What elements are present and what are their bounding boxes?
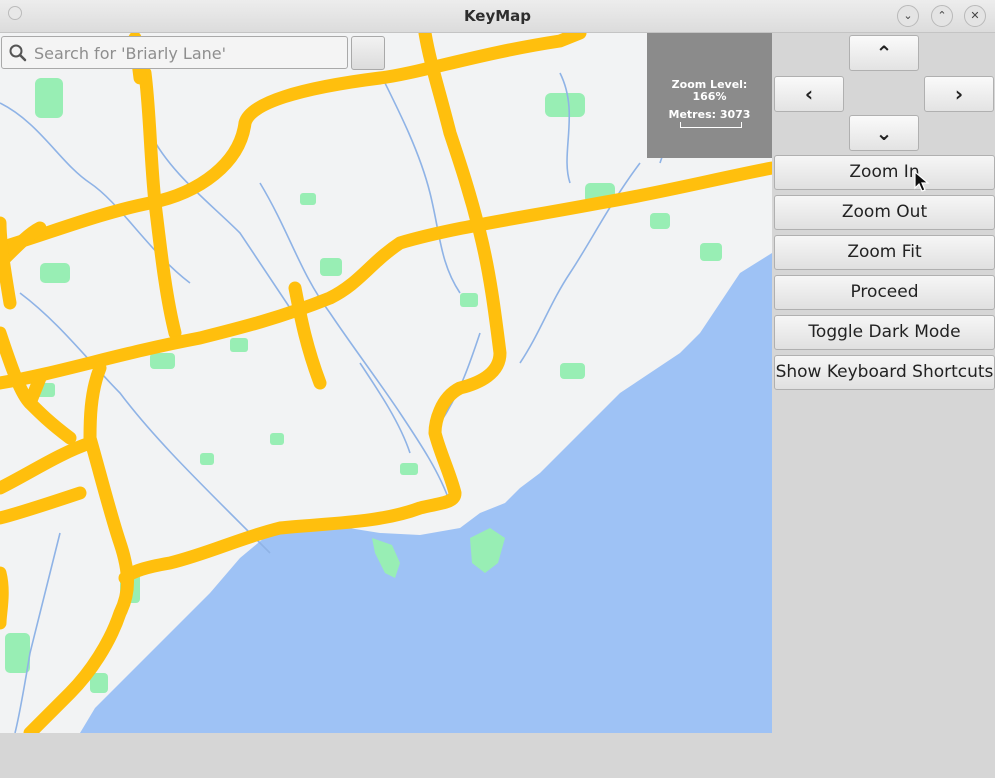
close-button[interactable]: ✕ bbox=[964, 5, 986, 27]
chevron-right-icon: › bbox=[954, 82, 964, 106]
pan-right-button[interactable]: › bbox=[924, 76, 994, 112]
chevron-left-icon: ‹ bbox=[804, 82, 814, 106]
chevron-down-icon: ⌄ bbox=[903, 9, 913, 22]
show-keyboard-shortcuts-button[interactable]: Show Keyboard Shortcuts bbox=[774, 355, 995, 390]
chevron-up-icon: ⌃ bbox=[875, 41, 893, 65]
proceed-button[interactable]: Proceed bbox=[774, 275, 995, 310]
search-box[interactable] bbox=[1, 36, 348, 69]
pan-down-button[interactable]: ⌄ bbox=[849, 115, 919, 151]
maximize-button[interactable]: ⌃ bbox=[931, 5, 953, 27]
highway bbox=[0, 566, 9, 630]
mouse-cursor-icon bbox=[914, 171, 930, 192]
zoom-out-button[interactable]: Zoom Out bbox=[774, 195, 995, 230]
zoom-level-readout: Zoom Level: 166% bbox=[647, 79, 772, 103]
highway bbox=[23, 371, 47, 410]
pan-left-button[interactable]: ‹ bbox=[774, 76, 844, 112]
highway bbox=[0, 216, 17, 310]
highway bbox=[0, 436, 97, 495]
pan-up-button[interactable]: ⌃ bbox=[849, 35, 919, 71]
zoom-in-button[interactable]: Zoom In bbox=[774, 155, 995, 190]
scale-bar bbox=[680, 122, 742, 128]
minimize-button[interactable]: ⌄ bbox=[897, 5, 919, 27]
zoom-level-value: 166% bbox=[692, 90, 727, 103]
search-input[interactable] bbox=[32, 40, 336, 67]
lake-water bbox=[80, 253, 772, 733]
chevron-down-icon: ⌄ bbox=[875, 121, 893, 145]
highway bbox=[0, 161, 772, 390]
metres-readout: Metres: 3073 bbox=[668, 108, 751, 121]
title-bar: KeyMap ⌄ ⌃ ✕ bbox=[0, 0, 995, 33]
close-icon: ✕ bbox=[970, 9, 980, 22]
search-icon bbox=[9, 44, 27, 62]
search-button[interactable] bbox=[351, 36, 385, 70]
zoom-fit-button[interactable]: Zoom Fit bbox=[774, 235, 995, 270]
toggle-dark-mode-button[interactable]: Toggle Dark Mode bbox=[774, 315, 995, 350]
scale-panel: Zoom Level: 166% Metres: 3073 bbox=[647, 33, 772, 158]
highway bbox=[0, 486, 87, 525]
window-title: KeyMap bbox=[463, 7, 532, 25]
chevron-up-icon: ⌃ bbox=[937, 9, 947, 22]
